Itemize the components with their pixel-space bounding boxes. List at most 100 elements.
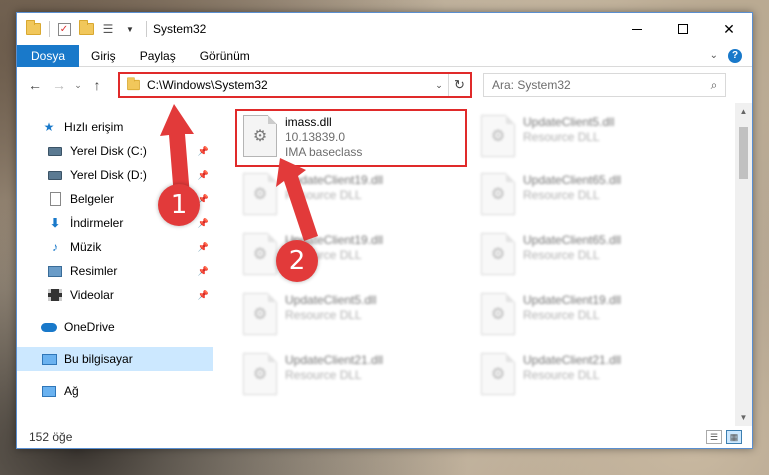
maximize-button[interactable] [660, 13, 706, 45]
up-arrow-icon[interactable]: ↑ [85, 77, 109, 93]
pin-icon[interactable]: 📌 [198, 242, 209, 253]
details-view-icon[interactable]: ☰ [706, 430, 722, 444]
pin-icon[interactable]: 📌 [198, 290, 209, 301]
pin-icon[interactable]: 📌 [198, 170, 209, 181]
file-name: UpdateClient65.dll [523, 233, 622, 247]
tab-share[interactable]: Paylaş [128, 45, 188, 67]
address-path: C:\Windows\System32 [147, 78, 268, 92]
nav-item-onedrive[interactable]: OneDrive [17, 315, 213, 339]
dll-file-icon: ⚙ [243, 293, 277, 335]
close-icon: ✕ [723, 20, 735, 37]
navigation-bar: ← → ⌄ ↑ C:\Windows\System32 ⌄ ↻ Ara: Sys… [17, 67, 752, 103]
dll-file-icon: ⚙ [481, 233, 515, 275]
navigation-pane: ★ Hızlı erişim Yerel Disk (C:) 📌 Yerel D… [17, 103, 213, 426]
minimize-button[interactable] [614, 13, 660, 45]
recent-locations-icon[interactable]: ⌄ [71, 80, 85, 91]
nav-item-label: Belgeler [70, 192, 115, 206]
dll-file-icon: ⚙ [481, 173, 515, 215]
file-item[interactable]: ⚙ UpdateClient19.dll Resource DLL [237, 169, 465, 223]
scrollbar-thumb[interactable] [739, 127, 748, 179]
address-dropdown-icon[interactable]: ⌄ [430, 80, 448, 91]
file-description: Resource DLL [285, 188, 362, 202]
dll-file-icon: ⚙ [243, 173, 277, 215]
file-name: UpdateClient65.dll [523, 173, 622, 187]
drive-icon [47, 168, 63, 182]
dll-file-icon: ⚙ [243, 115, 277, 157]
file-description: Resource DLL [285, 368, 362, 382]
help-icon[interactable]: ? [728, 48, 742, 63]
step-badge-1: 1 [158, 184, 200, 226]
nav-item-local-disk-c[interactable]: Yerel Disk (C:) 📌 [17, 139, 213, 163]
file-item[interactable]: ⚙ UpdateClient65.dll Resource DLL [475, 229, 703, 283]
nav-item-pictures[interactable]: Resimler 📌 [17, 259, 213, 283]
file-description: Resource DLL [523, 130, 600, 144]
folder-icon [127, 77, 140, 91]
separator [49, 21, 50, 37]
window-title: System32 [153, 22, 207, 36]
file-item[interactable]: ⚙ UpdateClient19.dll Resource DLL [475, 289, 703, 343]
new-folder-icon[interactable] [78, 20, 94, 36]
file-name: UpdateClient21.dll [523, 353, 622, 367]
folder-icon[interactable] [25, 20, 41, 36]
close-button[interactable]: ✕ [706, 13, 752, 45]
nav-item-quick-access[interactable]: ★ Hızlı erişim [17, 115, 213, 139]
nav-item-local-disk-d[interactable]: Yerel Disk (D:) 📌 [17, 163, 213, 187]
file-item[interactable]: ⚙ UpdateClient21.dll Resource DLL [237, 349, 465, 403]
tiles-view-icon[interactable]: ▦ [726, 430, 742, 444]
file-description: Resource DLL [523, 248, 600, 262]
forward-arrow-icon[interactable]: → [47, 77, 71, 93]
nav-item-label: Ağ [64, 384, 79, 398]
nav-item-label: OneDrive [64, 320, 115, 334]
refresh-icon[interactable]: ↻ [448, 74, 470, 96]
nav-item-label: Resimler [70, 264, 118, 278]
scroll-down-icon[interactable]: ▼ [735, 409, 752, 426]
search-icon[interactable]: ⌕ [703, 78, 725, 93]
file-meta: UpdateClient21.dll Resource DLL [285, 353, 383, 399]
scroll-up-icon[interactable]: ▲ [735, 103, 752, 120]
nav-item-network[interactable]: Ağ [17, 379, 213, 403]
nav-item-this-pc[interactable]: Bu bilgisayar [17, 347, 213, 371]
file-description: Resource DLL [523, 308, 600, 322]
file-meta: UpdateClient19.dll Resource DLL [285, 173, 383, 219]
vertical-scrollbar[interactable]: ▲ ▼ [735, 103, 752, 426]
tab-home[interactable]: Giriş [79, 45, 128, 67]
file-item[interactable]: ⚙ UpdateClient5.dll Resource DLL [237, 289, 465, 343]
file-meta: UpdateClient5.dll Resource DLL [523, 115, 614, 161]
dll-file-icon: ⚙ [481, 115, 515, 157]
file-meta: UpdateClient65.dll Resource DLL [523, 233, 621, 279]
file-item[interactable]: ⚙ UpdateClient19.dll Resource DLL [237, 229, 465, 283]
nav-item-videos[interactable]: Videolar 📌 [17, 283, 213, 307]
quick-access-icon[interactable]: ☰ [100, 22, 116, 36]
file-name: UpdateClient19.dll [285, 173, 384, 187]
file-meta: UpdateClient19.dll Resource DLL [523, 293, 621, 339]
item-count: 152 öğe [29, 430, 73, 444]
expand-ribbon-icon[interactable]: ⌄ [710, 50, 718, 61]
file-item[interactable]: ⚙ UpdateClient65.dll Resource DLL [475, 169, 703, 223]
dll-file-icon: ⚙ [243, 233, 277, 275]
document-icon [47, 192, 63, 206]
dll-file-icon: ⚙ [243, 353, 277, 395]
file-item-imass[interactable]: ⚙ imass.dll 10.13839.0 IMA baseclass [235, 109, 467, 167]
title-bar: ✓ ☰ ▼ System32 ✕ [17, 13, 752, 45]
file-description: Resource DLL [523, 188, 600, 202]
search-input[interactable]: Ara: System32 ⌕ [483, 73, 726, 97]
file-description: IMA baseclass [285, 145, 363, 159]
pin-icon[interactable]: 📌 [198, 146, 209, 157]
nav-item-label: Hızlı erişim [64, 120, 124, 134]
tab-file[interactable]: Dosya [17, 44, 80, 67]
file-description: Resource DLL [285, 308, 362, 322]
file-item[interactable]: ⚙ UpdateClient5.dll Resource DLL [475, 111, 703, 165]
tab-view[interactable]: Görünüm [188, 45, 262, 67]
file-item[interactable]: ⚙ UpdateClient21.dll Resource DLL [475, 349, 703, 403]
back-arrow-icon[interactable]: ← [23, 77, 47, 93]
download-icon: ⬇ [49, 216, 61, 230]
pictures-icon [47, 264, 63, 278]
file-name: UpdateClient21.dll [285, 353, 384, 367]
pin-icon[interactable]: 📌 [198, 218, 209, 229]
properties-icon[interactable]: ✓ [56, 22, 72, 36]
customize-dropdown-icon[interactable]: ▼ [122, 22, 138, 36]
nav-item-music[interactable]: ♪ Müzik 📌 [17, 235, 213, 259]
cloud-icon [41, 320, 57, 334]
address-bar[interactable]: C:\Windows\System32 ⌄ ↻ [118, 72, 472, 98]
pin-icon[interactable]: 📌 [198, 266, 209, 277]
